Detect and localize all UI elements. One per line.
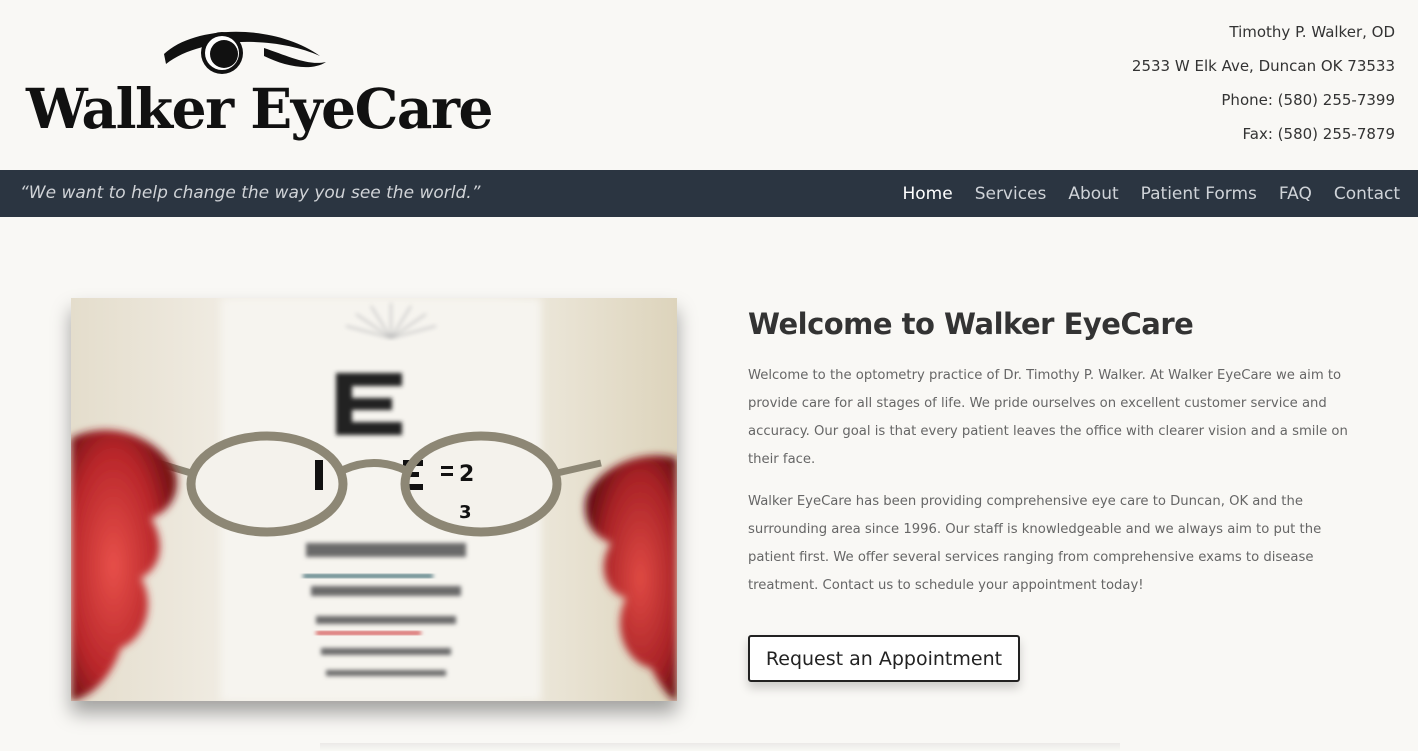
welcome-paragraph-2: Walker EyeCare has been providing compre…	[748, 494, 1322, 593]
nav-home[interactable]: Home	[902, 184, 952, 204]
nav-services[interactable]: Services	[975, 184, 1047, 204]
nav-contact[interactable]: Contact	[1334, 184, 1400, 204]
svg-text:2: 2	[459, 462, 474, 487]
welcome-section: Welcome to Walker EyeCare Welcome to the…	[748, 300, 1348, 600]
welcome-paragraph-1: Welcome to the optometry practice of Dr.…	[748, 368, 1348, 467]
svg-text:3: 3	[459, 502, 472, 523]
welcome-heading: Welcome to Walker EyeCare	[748, 307, 1194, 341]
nav-about[interactable]: About	[1068, 184, 1118, 204]
tagline: “We want to help change the way you see …	[20, 183, 481, 203]
walker-eyecare-logo[interactable]: Walker EyeCare	[26, 26, 494, 146]
nav-faq[interactable]: FAQ	[1279, 184, 1312, 204]
request-appointment-button[interactable]: Request an Appointment	[748, 635, 1020, 682]
address: 2533 W Elk Ave, Duncan OK 73533	[1131, 57, 1395, 75]
main-menu: Home Services About Patient Forms FAQ Co…	[880, 170, 1400, 217]
main-navbar: “We want to help change the way you see …	[0, 170, 1418, 217]
phone-number[interactable]: Phone: (580) 255-7399	[1132, 88, 1395, 122]
contact-info: Timothy P. Walker, OD 2533 W Elk Ave, Du…	[1132, 20, 1395, 156]
logo-wordmark: Walker EyeCare	[26, 76, 494, 141]
glasses-eye-chart-photo: 2 3	[71, 298, 677, 701]
nav-patient-forms[interactable]: Patient Forms	[1141, 184, 1257, 204]
doctor-name: Timothy P. Walker, OD	[1229, 23, 1395, 41]
site-header: Walker EyeCare Timothy P. Walker, OD 253…	[0, 0, 1418, 170]
fax-number: Fax: (580) 255-7879	[1242, 125, 1395, 143]
